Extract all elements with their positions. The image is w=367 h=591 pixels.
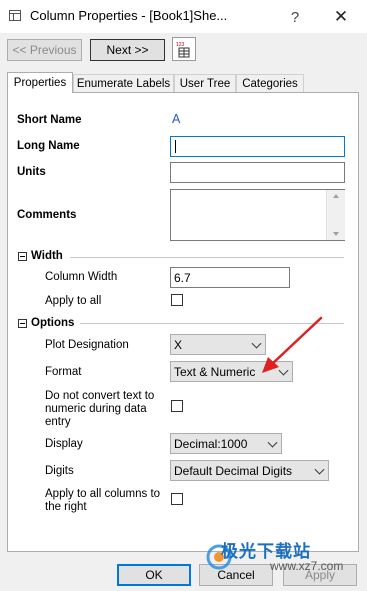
apply-all-right-checkbox[interactable] (171, 493, 183, 505)
long-name-label: Long Name (17, 140, 80, 152)
ok-button[interactable]: OK (117, 564, 191, 586)
text-cursor (175, 140, 176, 153)
tab-enumerate-labels[interactable]: Enumerate Labels (73, 74, 174, 92)
watermark-url: www.xz7.com (270, 559, 344, 573)
no-convert-label-line3: entry (45, 416, 71, 428)
format-value: Text & Numeric (174, 364, 256, 379)
format-select[interactable]: Text & Numeric (170, 361, 293, 382)
display-label: Display (45, 438, 83, 450)
scroll-arrows-icon (333, 194, 339, 236)
short-name-label: Short Name (17, 114, 82, 126)
long-name-input[interactable] (170, 136, 345, 157)
worksheet-icon-button[interactable]: 123 (172, 37, 196, 61)
chevron-down-icon (251, 338, 262, 349)
digits-select[interactable]: Default Decimal Digits (170, 460, 329, 481)
tab-categories[interactable]: Categories (236, 74, 304, 92)
tab-user-tree[interactable]: User Tree (174, 74, 236, 92)
short-name-value: A (172, 112, 181, 126)
apply-to-all-label: Apply to all (45, 295, 102, 307)
chevron-down-icon (314, 464, 325, 475)
previous-button[interactable]: << Previous (7, 39, 82, 61)
window-icon (9, 10, 21, 21)
chevron-down-icon (278, 365, 289, 376)
column-width-label: Column Width (45, 271, 118, 283)
apply-all-right-label-line2: the right (45, 501, 87, 513)
display-value: Decimal:1000 (174, 436, 248, 451)
comments-scrollbar[interactable] (326, 190, 345, 240)
options-divider (80, 323, 344, 324)
apply-all-right-label-line1: Apply to all columns to (45, 488, 161, 500)
help-button[interactable]: ? (272, 3, 318, 31)
width-collapse-icon[interactable] (18, 252, 27, 261)
options-collapse-icon[interactable] (18, 319, 27, 328)
digits-label: Digits (45, 465, 74, 477)
worksheet-icon: 123 (176, 42, 190, 58)
next-button[interactable]: Next >> (90, 39, 165, 61)
close-button[interactable]: ✕ (318, 3, 364, 31)
display-select[interactable]: Decimal:1000 (170, 433, 282, 454)
units-label: Units (17, 166, 46, 178)
plot-designation-select[interactable]: X (170, 334, 266, 355)
digits-value: Default Decimal Digits (174, 463, 293, 478)
no-convert-label-line1: Do not convert text to (45, 390, 155, 402)
comments-label: Comments (17, 209, 77, 221)
plot-designation-value: X (174, 337, 183, 352)
no-convert-checkbox[interactable] (171, 400, 183, 412)
svg-text:123: 123 (176, 42, 185, 48)
plot-designation-label: Plot Designation (45, 339, 129, 351)
no-convert-label-line2: numeric during data (45, 403, 147, 415)
window-title: Column Properties - [Book1]She... (30, 8, 228, 23)
apply-to-all-checkbox[interactable] (171, 294, 183, 306)
width-divider (70, 257, 344, 258)
chevron-down-icon (267, 437, 278, 448)
column-width-input[interactable]: 6.7 (170, 267, 290, 288)
tab-properties[interactable]: Properties (7, 72, 73, 93)
width-section-title: Width (31, 250, 63, 262)
options-section-title: Options (31, 317, 75, 329)
units-input[interactable] (170, 162, 345, 183)
comments-textarea[interactable] (170, 189, 345, 241)
format-label: Format (45, 366, 82, 378)
